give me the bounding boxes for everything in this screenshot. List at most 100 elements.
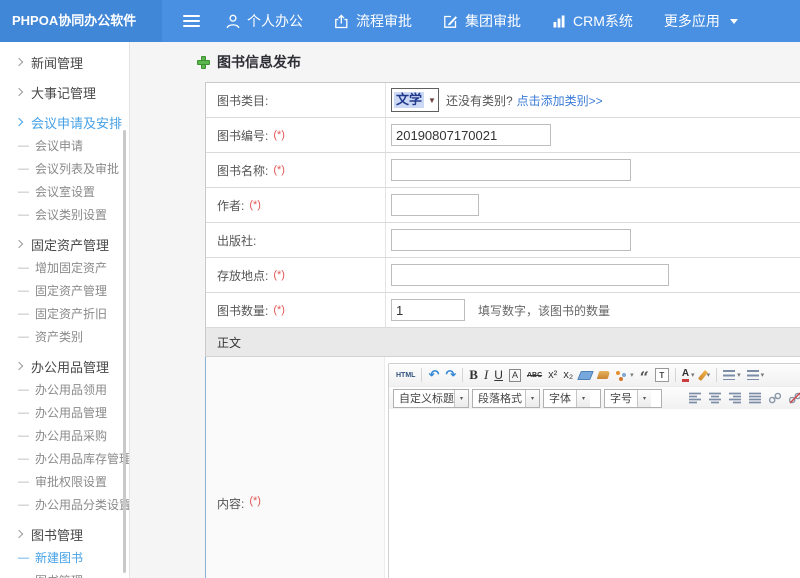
sidebar-item-asset-category[interactable]: —资产类别 <box>0 325 129 348</box>
nav-personal-office[interactable]: 个人办公 <box>226 11 303 31</box>
paste-clipboard-icon: T <box>655 368 669 382</box>
sidebar-item-asset-depreciation[interactable]: —固定资产折旧 <box>0 302 129 325</box>
nav-workflow-approval[interactable]: 流程审批 <box>334 11 412 31</box>
sidebar-item-supplies-stock[interactable]: —办公用品库存管理 <box>0 447 129 470</box>
dash-icon: — <box>18 140 29 152</box>
sidebar-item-book-new[interactable]: —新建图书 <box>0 546 129 569</box>
sidebar-item-label: 固定资产管理 <box>35 282 107 299</box>
sidebar-item-asset-add[interactable]: —增加固定资产 <box>0 256 129 279</box>
sidebar-item-supplies-category[interactable]: —办公用品分类设置 <box>0 493 129 516</box>
dash-icon: — <box>18 209 29 221</box>
select-arrow-icon: ▼ <box>428 96 436 105</box>
sidebar-group-label: 新闻管理 <box>31 53 83 72</box>
paragraph-format-select[interactable]: 段落格式▾ <box>472 389 540 408</box>
quantity-input[interactable] <box>391 299 465 321</box>
editor-content-area[interactable] <box>389 409 800 578</box>
flow-approval-icon <box>334 14 349 29</box>
ordered-list-button[interactable]: ▾ <box>720 366 744 384</box>
align-justify-button[interactable] <box>745 389 765 407</box>
publisher-input[interactable] <box>391 229 631 251</box>
strikethrough-button[interactable]: ABC <box>524 366 545 384</box>
sidebar-group-supplies[interactable]: 办公用品管理 <box>0 354 129 378</box>
nav-more-apps[interactable]: 更多应用 <box>664 11 738 31</box>
sidebar-item-meeting-room[interactable]: — 会议室设置 <box>0 180 129 203</box>
sidebar-item-label: 会议申请 <box>35 137 83 154</box>
sidebar-group-news[interactable]: 新闻管理 <box>0 50 129 74</box>
unlink-button[interactable] <box>785 389 800 407</box>
list-lines-icon <box>723 370 735 380</box>
sidebar-group-events[interactable]: 大事记管理 <box>0 80 129 104</box>
auto-typeset-button[interactable]: ▾ <box>612 366 637 384</box>
superscript-button[interactable]: x² <box>545 366 560 384</box>
bar-chart-icon <box>552 14 566 28</box>
highlight-pen-button[interactable]: ▾ <box>698 366 714 384</box>
align-right-button[interactable] <box>725 389 745 407</box>
sidebar-scrollbar[interactable] <box>123 130 126 573</box>
sidebar-item-label: 会议室设置 <box>35 183 95 200</box>
caret-down-icon: ▾ <box>525 390 539 407</box>
font-border-button[interactable]: A <box>506 366 524 384</box>
dash-icon: — <box>18 186 29 198</box>
bold-button[interactable]: B <box>466 366 481 384</box>
add-category-link[interactable]: 点击添加类别>> <box>517 92 603 109</box>
undo-button[interactable]: ↶ <box>425 366 442 384</box>
sidebar-item-approval-permission[interactable]: —审批权限设置 <box>0 470 129 493</box>
nav-label: CRM系统 <box>573 11 633 31</box>
format-painter-button[interactable] <box>595 366 612 384</box>
top-navigation-bar: PHPOA协同办公软件 个人办公 流程审批 集团审批 CRM系统 更多应用 <box>0 0 800 42</box>
sidebar-group-label: 大事记管理 <box>31 83 96 102</box>
sidebar-item-label: 办公用品库存管理 <box>35 450 130 467</box>
sidebar-item-supplies-use[interactable]: —办公用品领用 <box>0 378 129 401</box>
nav-group-approval[interactable]: 集团审批 <box>443 11 521 31</box>
page-title-text: 图书信息发布 <box>217 52 301 72</box>
form-row-location: 存放地点:(*) <box>206 258 800 293</box>
sidebar-item-supplies-purchase[interactable]: —办公用品采购 <box>0 424 129 447</box>
toolbar-divider <box>716 368 717 382</box>
sidebar-item-meeting-list[interactable]: —会议列表及审批 <box>0 157 129 180</box>
font-family-select[interactable]: 字体▾ <box>543 389 601 408</box>
category-select[interactable]: 文学 ▼ <box>391 88 439 112</box>
author-input[interactable] <box>391 194 479 216</box>
sidebar-item-meeting-category[interactable]: —会议类别设置 <box>0 203 129 226</box>
unordered-list-button[interactable]: ▾ <box>744 366 768 384</box>
paste-plain-button[interactable]: T <box>652 366 672 384</box>
sidebar-item-supplies-manage[interactable]: —办公用品管理 <box>0 401 129 424</box>
nav-label: 个人办公 <box>247 11 303 31</box>
sidebar-item-asset-manage[interactable]: —固定资产管理 <box>0 279 129 302</box>
blockquote-button[interactable]: “ <box>637 366 652 384</box>
page-title: 图书信息发布 <box>197 52 800 72</box>
toolbar-divider <box>675 368 676 382</box>
italic-button[interactable]: I <box>481 366 491 384</box>
caret-down-icon: ▾ <box>630 371 634 379</box>
form-row-publisher: 出版社: <box>206 223 800 258</box>
sidebar-item-meeting-apply[interactable]: — 会议申请 <box>0 134 129 157</box>
sidebar-item-book-manage[interactable]: —图书管理 <box>0 569 129 578</box>
font-size-select[interactable]: 字号▾ <box>604 389 662 408</box>
underline-button[interactable]: U <box>491 366 506 384</box>
nav-crm-system[interactable]: CRM系统 <box>552 11 633 31</box>
sidebar-group-label: 办公用品管理 <box>31 357 109 376</box>
required-mark: (*) <box>273 269 285 281</box>
field-label: 图书编号: <box>217 127 268 144</box>
sidebar-group-meeting[interactable]: 会议申请及安排 <box>0 110 129 134</box>
font-color-button[interactable]: A▾ <box>679 366 698 384</box>
chevron-right-icon <box>15 240 23 248</box>
subscript-button[interactable]: x₂ <box>560 366 576 384</box>
link-button[interactable] <box>765 389 785 407</box>
sidebar-group-assets[interactable]: 固定资产管理 <box>0 232 129 256</box>
quantity-hint: 填写数字，该图书的数量 <box>478 302 610 319</box>
location-input[interactable] <box>391 264 669 286</box>
required-mark: (*) <box>273 129 285 141</box>
book-name-input[interactable] <box>391 159 631 181</box>
menu-toggle-button[interactable] <box>183 15 200 27</box>
form-row-code: 图书编号: (*) <box>206 118 800 153</box>
align-center-button[interactable] <box>705 389 725 407</box>
sidebar-group-books[interactable]: 图书管理 <box>0 522 129 546</box>
main-content: 图书信息发布 图书类目: 文学 ▼ 还没有类别? 点击添加类别>> 图书编号:(… <box>131 42 800 578</box>
custom-title-select[interactable]: 自定义标题▾ <box>393 389 469 408</box>
book-code-input[interactable] <box>391 124 551 146</box>
redo-button[interactable]: ↷ <box>442 366 459 384</box>
eraser-button[interactable] <box>576 366 595 384</box>
html-source-button[interactable]: HTML <box>393 366 418 384</box>
align-left-button[interactable] <box>685 389 705 407</box>
